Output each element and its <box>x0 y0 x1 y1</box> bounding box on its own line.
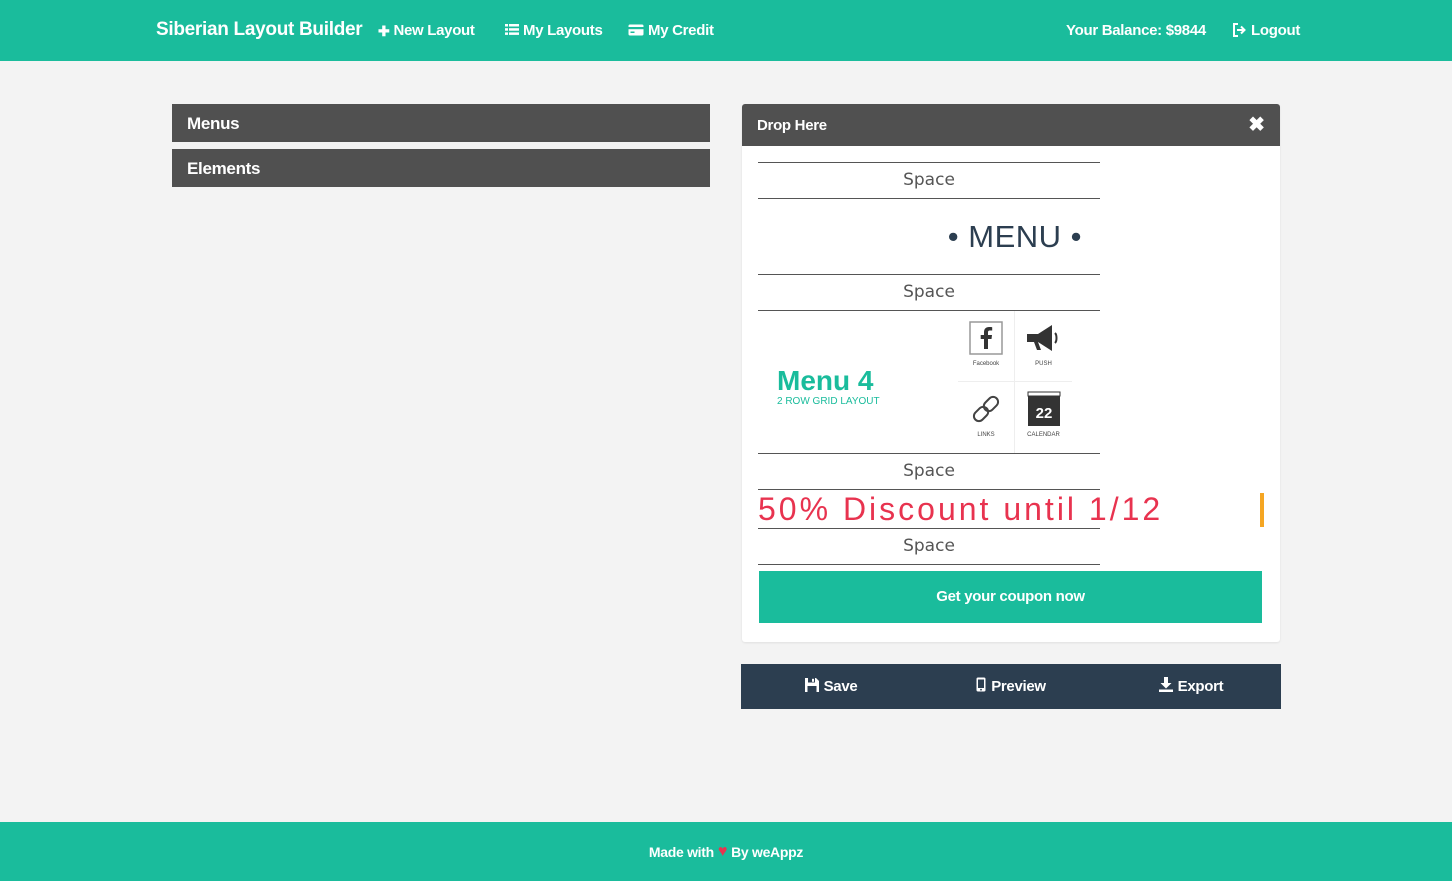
my-credit-link[interactable]: My Credit <box>628 22 714 39</box>
grid-item-calendar: 22 CALENDAR <box>1015 382 1072 453</box>
space-block[interactable]: Space <box>758 528 1100 565</box>
my-layouts-label: My Layouts <box>523 22 603 39</box>
text-cursor-bar <box>1260 493 1264 527</box>
grid-item-push: PUSH <box>1015 311 1072 382</box>
megaphone-icon <box>1026 320 1062 356</box>
calendar-icon: 22 <box>1026 391 1062 427</box>
export-label: Export <box>1177 678 1224 695</box>
discount-banner[interactable]: 50% Discount until 1/12 <box>758 493 1163 525</box>
menu4-subtitle: 2 ROW GRID LAYOUT <box>777 396 880 407</box>
logout-label: Logout <box>1251 22 1301 39</box>
preview-button[interactable]: Preview <box>921 664 1101 709</box>
plus-icon: ✚ <box>378 22 390 39</box>
coupon-button[interactable]: Get your coupon now <box>759 571 1262 623</box>
footer-made-with: Made with <box>648 843 714 860</box>
link-icon <box>968 391 1004 427</box>
close-icon[interactable]: ✖ <box>1248 112 1265 137</box>
logout-link[interactable]: Logout <box>1232 22 1300 39</box>
menu4-title: Menu 4 <box>777 365 874 396</box>
footer: Made with ♥ By weAppz <box>0 822 1452 881</box>
drop-area-title: Drop Here <box>757 117 827 134</box>
grid-item-label: Facebook <box>972 361 1000 367</box>
footer-by[interactable]: By weAppz <box>731 844 803 860</box>
action-bar: Save Preview Export <box>741 664 1281 709</box>
credit-card-icon <box>628 24 644 38</box>
menu-title-block[interactable]: • MENU • <box>758 199 1100 274</box>
menu4-grid: Facebook PUSH LINKS 22 CALENDAR <box>958 311 1072 453</box>
brand-title[interactable]: Siberian Layout Builder <box>156 19 363 41</box>
space-block[interactable]: Space <box>758 274 1100 311</box>
calendar-day: 22 <box>1035 405 1052 422</box>
grid-item-facebook: Facebook <box>958 311 1015 382</box>
drop-area-header: Drop Here ✖ <box>742 104 1280 146</box>
grid-item-label: CALENDAR <box>1027 432 1060 438</box>
save-button[interactable]: Save <box>741 664 921 709</box>
balance-display: Your Balance: $9844 <box>1066 22 1206 39</box>
navbar: Siberian Layout Builder ✚ New Layout My … <box>0 0 1452 61</box>
grid-item-links: LINKS <box>958 382 1015 453</box>
download-icon <box>1158 677 1173 696</box>
new-layout-link[interactable]: ✚ New Layout <box>378 22 475 39</box>
grid-item-label: LINKS <box>977 432 995 438</box>
space-block[interactable]: Space <box>758 453 1100 490</box>
drop-area[interactable]: Drop Here ✖ Space • MENU • Space Menu 4 … <box>742 104 1280 642</box>
menu4-block[interactable]: Menu 4 2 ROW GRID LAYOUT Facebook PUSH L… <box>758 311 1100 453</box>
floppy-disk-icon <box>804 677 819 696</box>
my-layouts-link[interactable]: My Layouts <box>505 22 603 39</box>
menu-title: • MENU • <box>947 219 1082 254</box>
heart-icon: ♥ <box>717 842 728 860</box>
preview-label: Preview <box>991 678 1046 695</box>
export-button[interactable]: Export <box>1101 664 1281 709</box>
save-label: Save <box>823 678 858 695</box>
facebook-icon <box>968 320 1004 356</box>
elements-panel-header[interactable]: Elements <box>172 149 710 187</box>
logout-icon <box>1232 22 1247 39</box>
new-layout-label: New Layout <box>393 22 475 39</box>
space-block[interactable]: Space <box>758 162 1100 199</box>
my-credit-label: My Credit <box>648 22 714 39</box>
grid-item-label: PUSH <box>1035 361 1052 367</box>
mobile-phone-icon <box>976 677 986 696</box>
menus-panel-header[interactable]: Menus <box>172 104 710 142</box>
list-icon <box>505 23 519 38</box>
